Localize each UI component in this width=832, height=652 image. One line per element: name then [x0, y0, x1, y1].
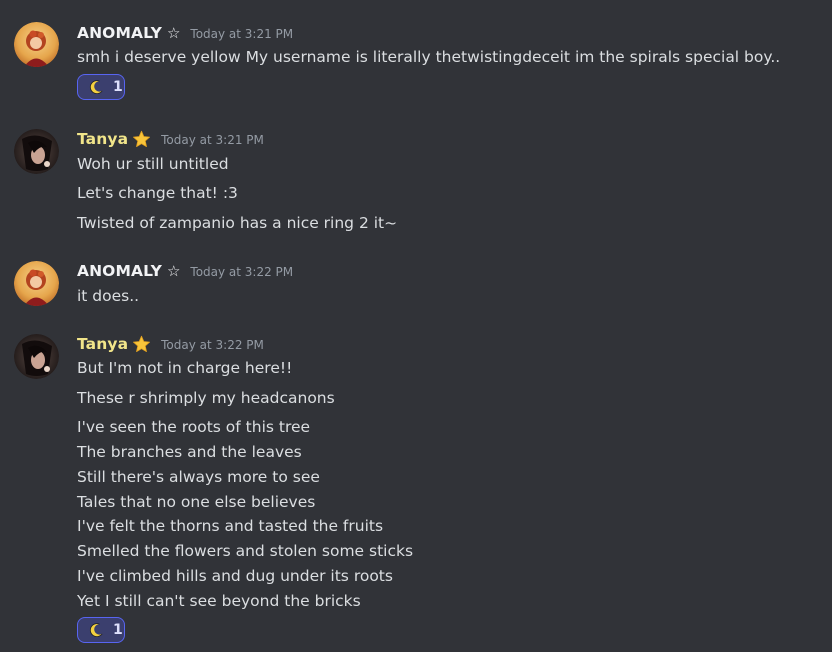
- star-outline-icon: ☆: [166, 261, 181, 280]
- timestamp: Today at 3:21 PM: [190, 27, 294, 41]
- reaction-count: 1: [113, 79, 123, 95]
- message-text: smh i deserve yellow My username is lite…: [77, 48, 781, 66]
- username[interactable]: Tanya: [77, 130, 128, 148]
- message-text: Woh ur still untitled: [77, 155, 229, 173]
- reaction-button[interactable]: 1: [77, 74, 125, 100]
- message-text: I've felt the thorns and tasted the frui…: [77, 517, 384, 535]
- message-text: Twisted of zampanio has a nice ring 2 it…: [77, 214, 398, 232]
- timestamp: Today at 3:21 PM: [161, 133, 264, 147]
- username[interactable]: Tanya: [77, 335, 128, 353]
- message-text: Still there's always more to see: [77, 468, 320, 486]
- message-text: Let's change that! :3: [77, 184, 238, 202]
- timestamp: Today at 3:22 PM: [161, 338, 264, 352]
- message-text: But I'm not in charge here!!: [77, 359, 293, 377]
- username[interactable]: ANOMALY: [77, 262, 162, 280]
- message-text: it does..: [77, 287, 140, 305]
- star-icon: [133, 335, 151, 352]
- message-text: I've climbed hills and dug under its roo…: [77, 567, 393, 585]
- star-icon: [133, 130, 151, 147]
- message-text: Tales that no one else believes: [77, 493, 316, 511]
- message-text: Yet I still can't see beyond the bricks: [77, 592, 361, 610]
- message-text: I've seen the roots of this tree: [77, 418, 311, 436]
- reaction-button[interactable]: 1: [77, 617, 125, 643]
- reaction-count: 1: [113, 622, 123, 638]
- message-text: These r shrimply my headcanons: [77, 389, 335, 407]
- username[interactable]: ANOMALY: [77, 24, 162, 42]
- avatar[interactable]: [14, 334, 59, 379]
- message-text: Smelled the flowers and stolen some stic…: [77, 542, 414, 560]
- avatar[interactable]: [14, 261, 59, 306]
- avatar[interactable]: [14, 129, 59, 174]
- timestamp: Today at 3:22 PM: [190, 265, 294, 279]
- avatar[interactable]: [14, 22, 59, 67]
- crescent-moon-icon: [89, 80, 103, 95]
- message-text: The branches and the leaves: [77, 443, 302, 461]
- star-outline-icon: ☆: [166, 23, 181, 42]
- crescent-moon-icon: [89, 623, 103, 638]
